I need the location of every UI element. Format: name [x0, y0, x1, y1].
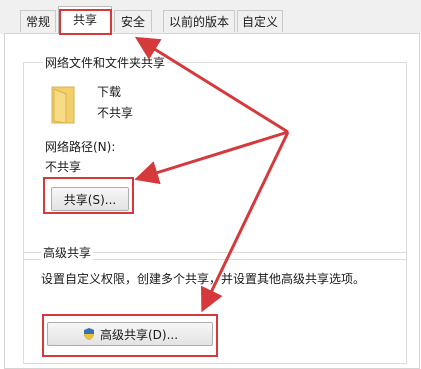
- advanced-share-group-title: 高级共享: [41, 244, 94, 261]
- tab-bar: 常规 共享 安全 以前的版本 自定义: [0, 0, 421, 34]
- network-share-group-title: 网络文件和文件夹共享: [43, 54, 168, 71]
- network-path-label: 网络路径(N):: [45, 140, 116, 154]
- advanced-share-button-label: 高级共享(D)...: [99, 327, 179, 342]
- sharing-panel: 网络文件和文件夹共享 下载 不共享 网络路径(N): 不共享 共享(S)... …: [4, 33, 420, 369]
- advanced-share-group: [23, 252, 407, 364]
- tab-previous-versions[interactable]: 以前的版本: [163, 10, 235, 32]
- shield-icon: [83, 328, 94, 340]
- tab-sharing[interactable]: 共享: [58, 6, 112, 34]
- network-path-value: 不共享: [45, 160, 82, 174]
- advanced-share-button[interactable]: 高级共享(D)...: [47, 322, 213, 346]
- tab-customize[interactable]: 自定义: [237, 10, 283, 32]
- folder-icon: [51, 86, 75, 124]
- tab-general[interactable]: 常规: [20, 10, 56, 32]
- tab-security[interactable]: 安全: [114, 10, 152, 32]
- folder-name: 下载: [97, 85, 122, 99]
- folder-share-status: 不共享: [97, 106, 134, 120]
- share-button[interactable]: 共享(S)...: [51, 187, 129, 211]
- advanced-share-description: 设置自定义权限，创建多个共享，并设置其他高级共享选项。: [41, 272, 366, 286]
